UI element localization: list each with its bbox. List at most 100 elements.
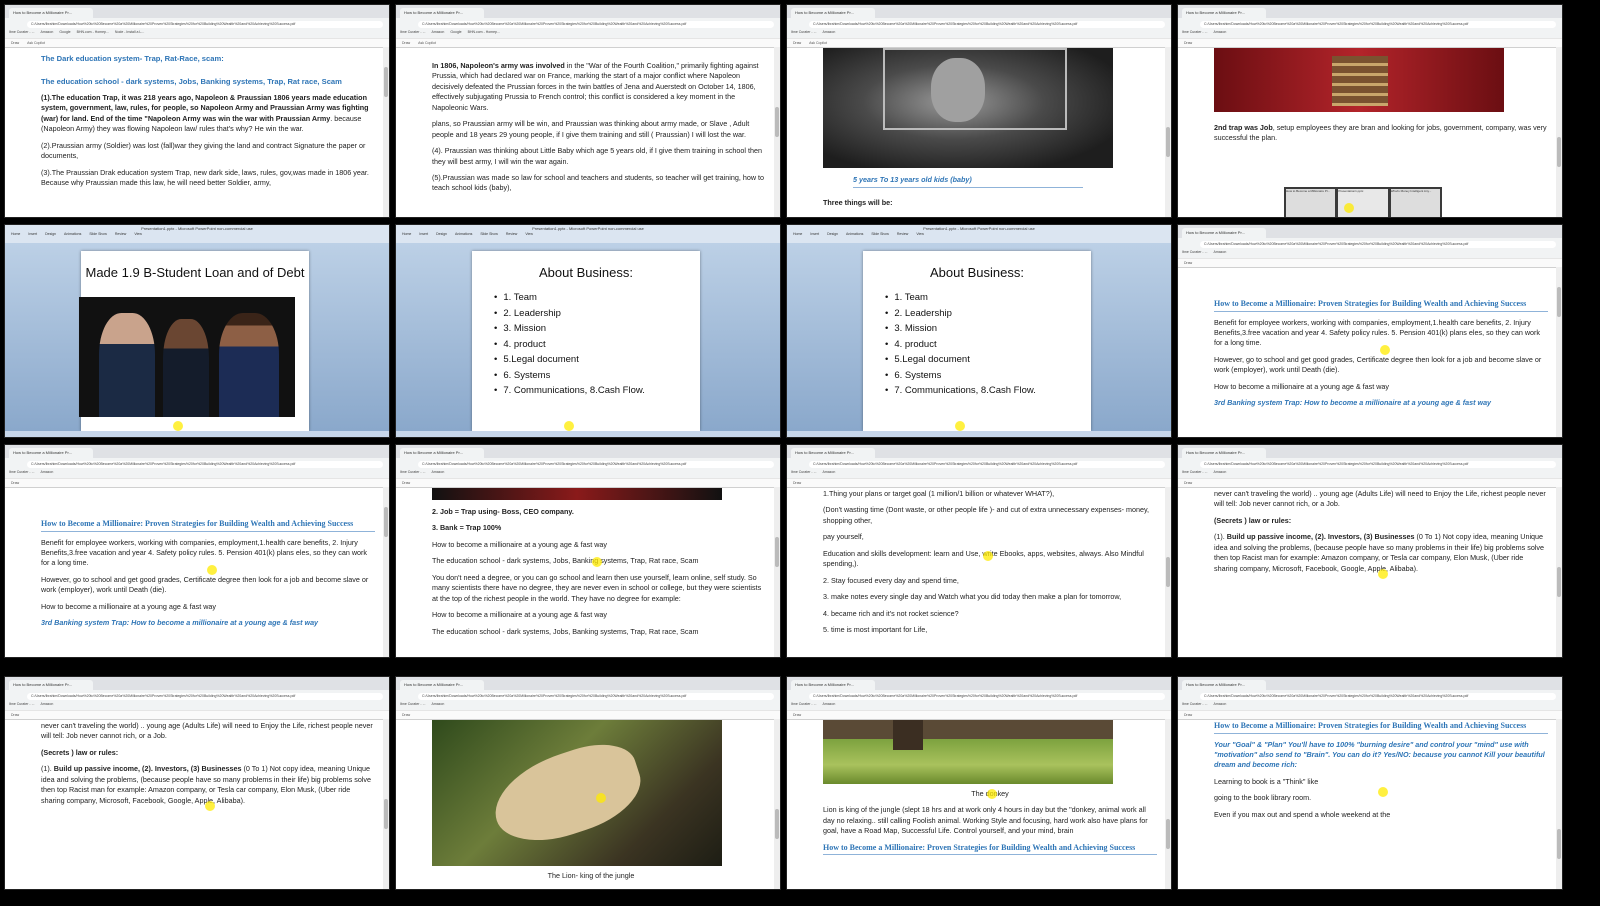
bookmark[interactable]: Google <box>59 30 70 37</box>
bookmark[interactable]: Amazon <box>1213 470 1226 477</box>
menu-home[interactable]: Home <box>402 232 411 236</box>
taskbar-thumb[interactable]: How to Become a Millionaire Pr... <box>1286 189 1336 217</box>
menu-slideshow[interactable]: Slide Show <box>871 232 889 236</box>
tile-ppt-about-business[interactable]: Presentation1.pptx - Microsoft PowerPoin… <box>395 224 781 438</box>
scrollbar[interactable] <box>774 719 780 889</box>
taskbar-thumb[interactable]: What's Money Intelligent Any... <box>1390 189 1440 217</box>
bookmark[interactable]: Amazon <box>431 470 444 477</box>
browser-tab[interactable]: How to Become a Millionaire Pr... <box>9 448 93 458</box>
menu-review[interactable]: Review <box>506 232 517 236</box>
menu-view[interactable]: View <box>916 232 924 236</box>
draw-button[interactable]: Draw <box>11 481 19 485</box>
bookmark[interactable]: Ibne Curater - ... <box>1182 250 1207 257</box>
tile-ppt-student-loan[interactable]: Presentation1.pptx - Microsoft PowerPoin… <box>4 224 390 438</box>
menu-insert[interactable]: Insert <box>810 232 819 236</box>
menu-view[interactable]: View <box>525 232 533 236</box>
bookmark[interactable]: Amazon <box>1213 30 1226 37</box>
draw-button[interactable]: Draw <box>1184 261 1192 265</box>
scrollbar[interactable] <box>383 47 389 217</box>
bookmark[interactable]: Amazon <box>40 470 53 477</box>
draw-button[interactable]: Draw <box>1184 481 1192 485</box>
address-bar[interactable]: C:/Users/Ibrahim/Downloads/How%20to%20Be… <box>1200 241 1556 248</box>
address-bar[interactable]: C:/Users/Ibrahim/Downloads/How%20to%20Be… <box>1200 693 1556 700</box>
bookmark[interactable]: Ibne Curater - ... <box>9 470 34 477</box>
scrollbar[interactable] <box>1165 47 1171 217</box>
tile-ppt-about-business-2[interactable]: Presentation1.pptx - Microsoft PowerPoin… <box>786 224 1172 438</box>
menu-design[interactable]: Design <box>436 232 447 236</box>
draw-button[interactable]: Draw <box>402 41 410 45</box>
tile-pdf-secrets-2[interactable]: How to Become a Millionaire Pr... C:/Use… <box>4 676 390 890</box>
browser-tab[interactable]: How to Become a Millionaire Pr... <box>791 8 875 18</box>
address-bar[interactable]: C:/Users/Ibrahim/Downloads/How%20to%20Be… <box>809 21 1165 28</box>
draw-button[interactable]: Draw <box>1184 713 1192 717</box>
bookmark[interactable]: Amazon <box>40 702 53 709</box>
menu-design[interactable]: Design <box>45 232 56 236</box>
bookmark[interactable]: Amazon <box>1213 702 1226 709</box>
draw-button[interactable]: Draw <box>793 481 801 485</box>
scrollbar[interactable] <box>1165 719 1171 889</box>
address-bar[interactable]: C:/Users/Ibrahim/Downloads/How%20to%20Be… <box>27 693 383 700</box>
draw-button[interactable]: Draw <box>793 41 801 45</box>
bookmark[interactable]: Google <box>450 30 461 37</box>
menu-review[interactable]: Review <box>897 232 908 236</box>
address-bar[interactable]: C:/Users/Ibrahim/Downloads/How%20to%20Be… <box>809 461 1165 468</box>
address-bar[interactable]: C:/Users/Ibrahim/Downloads/How%20to%20Be… <box>1200 21 1556 28</box>
bookmark[interactable]: Node - Install a L... <box>115 30 144 37</box>
menu-animations[interactable]: Animations <box>64 232 81 236</box>
scrollbar[interactable] <box>774 47 780 217</box>
menu-slideshow[interactable]: Slide Show <box>89 232 107 236</box>
tile-pdf-donkey[interactable]: How to Become a Millionaire Pr... C:/Use… <box>786 676 1172 890</box>
browser-tab[interactable]: How to Become a Millionaire Pr... <box>1182 680 1266 690</box>
ask-copilot-button[interactable]: Ask Copilot <box>27 41 45 45</box>
bookmark[interactable]: Amazon <box>431 30 444 37</box>
tile-pdf-employee-benefits-2[interactable]: How to Become a Millionaire Pr... C:/Use… <box>4 444 390 658</box>
browser-tab[interactable]: How to Become a Millionaire Pr... <box>1182 448 1266 458</box>
bookmark[interactable]: Ibne Curater - ... <box>791 30 816 37</box>
menu-view[interactable]: View <box>134 232 142 236</box>
scrollbar[interactable] <box>1556 719 1562 889</box>
scrollbar[interactable] <box>1556 47 1562 217</box>
scrollbar[interactable] <box>774 487 780 657</box>
bookmark[interactable]: Amazon <box>822 702 835 709</box>
tile-pdf-job-bank-trap[interactable]: How to Become a Millionaire Pr... C:/Use… <box>395 444 781 658</box>
browser-tab[interactable]: How to Become a Millionaire Pr... <box>9 8 93 18</box>
browser-tab[interactable]: How to Become a Millionaire Pr... <box>400 680 484 690</box>
browser-tab[interactable]: How to Become a Millionaire Pr... <box>791 680 875 690</box>
tile-pdf-portrait[interactable]: How to Become a Millionaire Pr... C:/Use… <box>786 4 1172 218</box>
menu-slideshow[interactable]: Slide Show <box>480 232 498 236</box>
menu-design[interactable]: Design <box>827 232 838 236</box>
scrollbar[interactable] <box>1556 267 1562 437</box>
browser-tab[interactable]: How to Become a Millionaire Pr... <box>9 680 93 690</box>
tile-pdf-lion[interactable]: How to Become a Millionaire Pr... C:/Use… <box>395 676 781 890</box>
bookmark[interactable]: Ibne Curater - ... <box>400 470 425 477</box>
menu-animations[interactable]: Animations <box>455 232 472 236</box>
draw-button[interactable]: Draw <box>793 713 801 717</box>
bookmark[interactable]: Ibne Curater - ... <box>400 702 425 709</box>
browser-tab[interactable]: How to Become a Millionaire Pr... <box>791 448 875 458</box>
bookmark[interactable]: Amazon <box>1213 250 1226 257</box>
ask-copilot-button[interactable]: Ask Copilot <box>418 41 436 45</box>
menu-home[interactable]: Home <box>11 232 20 236</box>
bookmark[interactable]: Amazon <box>822 30 835 37</box>
address-bar[interactable]: C:/Users/Ibrahim/Downloads/How%20to%20Be… <box>418 461 774 468</box>
address-bar[interactable]: C:/Users/Ibrahim/Downloads/How%20to%20Be… <box>27 461 383 468</box>
browser-tab[interactable]: How to Become a Millionaire Pr... <box>1182 228 1266 238</box>
tile-pdf-goal-plan[interactable]: How to Become a Millionaire Pr... C:/Use… <box>1177 676 1563 890</box>
menu-home[interactable]: Home <box>793 232 802 236</box>
bookmark[interactable]: Ibne Curater - ... <box>9 30 34 37</box>
scrollbar[interactable] <box>1165 487 1171 657</box>
bookmark[interactable]: Ibne Curater - ... <box>791 470 816 477</box>
draw-button[interactable]: Draw <box>1184 41 1192 45</box>
ask-copilot-button[interactable]: Ask Copilot <box>809 41 827 45</box>
scrollbar[interactable] <box>1556 487 1562 657</box>
browser-tab[interactable]: How to Become a Millionaire Pr... <box>400 8 484 18</box>
bookmark[interactable]: Ibne Curater - ... <box>1182 702 1207 709</box>
bookmark[interactable]: Ibne Curater - ... <box>1182 30 1207 37</box>
address-bar[interactable]: C:/Users/Ibrahim/Downloads/How%20to%20Be… <box>27 21 383 28</box>
tile-pdf-plans[interactable]: How to Become a Millionaire Pr... C:/Use… <box>786 444 1172 658</box>
browser-tab[interactable]: How to Become a Millionaire Pr... <box>400 448 484 458</box>
draw-button[interactable]: Draw <box>402 713 410 717</box>
bookmark[interactable]: Amazon <box>40 30 53 37</box>
bookmark[interactable]: BHN.com - Homep... <box>77 30 109 37</box>
scrollbar[interactable] <box>383 719 389 889</box>
